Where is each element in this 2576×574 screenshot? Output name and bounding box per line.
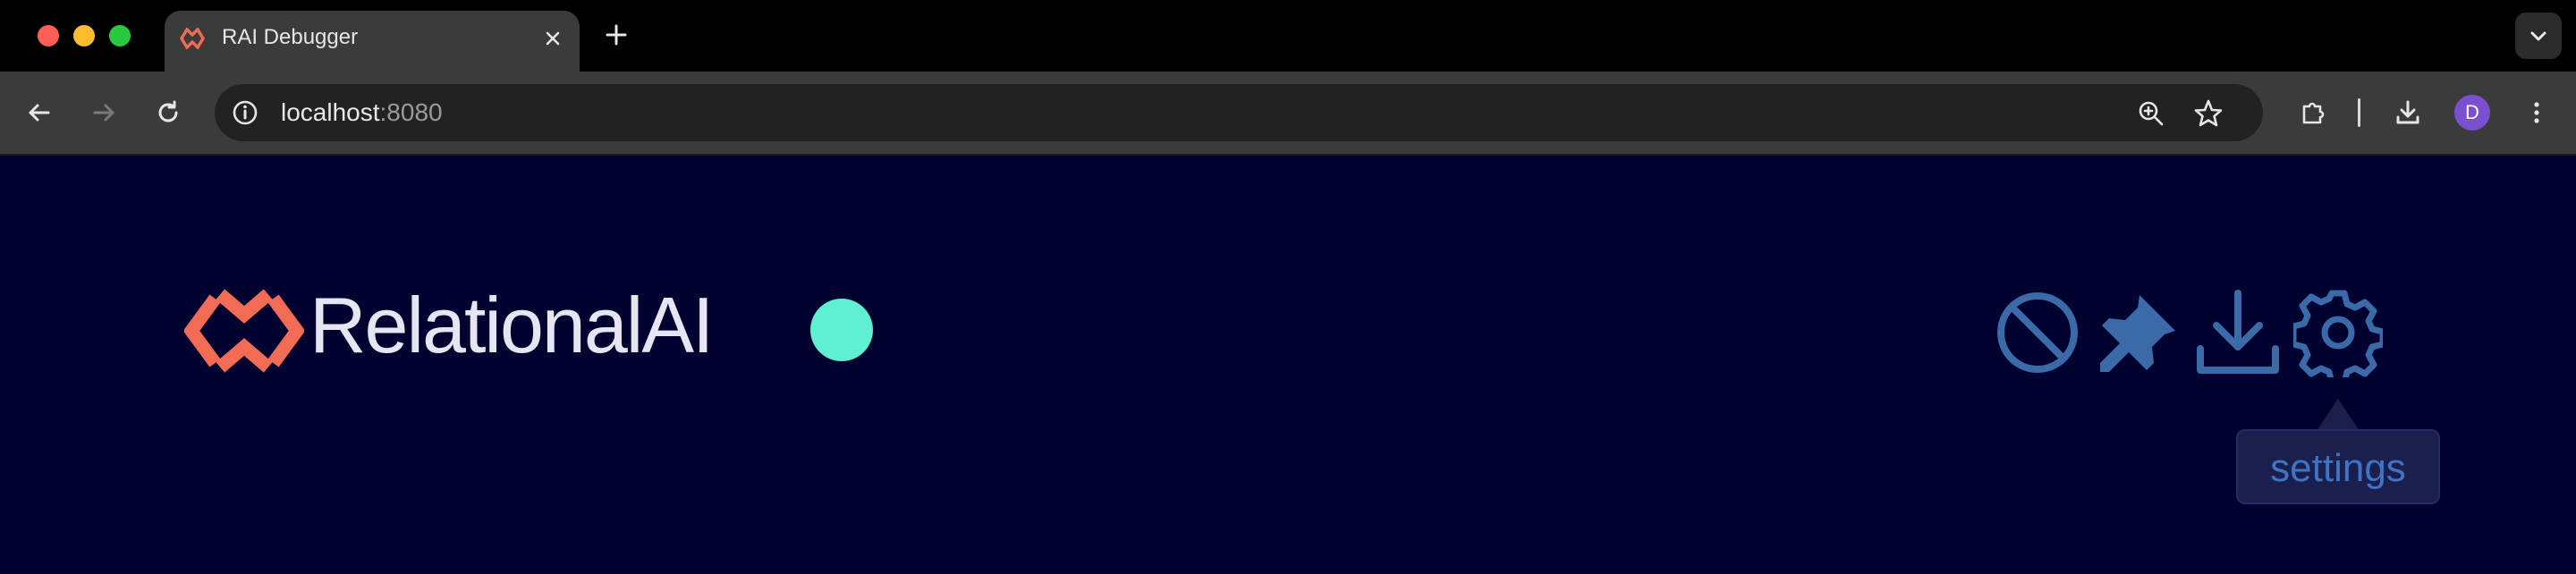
pin-button[interactable] <box>2093 288 2182 377</box>
bookmark-star-icon[interactable] <box>2191 97 2225 131</box>
minimize-window-button[interactable] <box>73 25 95 46</box>
settings-tooltip: settings <box>2236 429 2440 504</box>
arrow-right-icon <box>93 104 114 122</box>
profile-avatar[interactable]: D <box>2454 95 2490 131</box>
downloads-button[interactable] <box>2386 91 2429 134</box>
gear-icon <box>2293 290 2383 377</box>
brand-name: Relational <box>309 281 643 369</box>
back-button[interactable] <box>18 91 61 134</box>
browser-tab[interactable]: RAI Debugger <box>165 11 580 72</box>
browser-toolbar: localhost:8080 D <box>0 72 2576 156</box>
address-bar[interactable]: localhost:8080 <box>215 84 2263 141</box>
tab-title: RAI Debugger <box>222 25 359 49</box>
close-window-button[interactable] <box>38 25 59 46</box>
zoom-icon[interactable] <box>2134 97 2168 131</box>
arrow-left-icon <box>29 104 50 122</box>
tooltip-text: settings <box>2270 446 2406 490</box>
brand-suffix: AI <box>641 281 714 369</box>
plus-icon[interactable] <box>601 20 631 50</box>
download-icon <box>2197 290 2279 374</box>
pin-icon <box>2100 295 2175 372</box>
download-button[interactable] <box>2193 288 2283 377</box>
url-port: :8080 <box>379 98 443 126</box>
toolbar-divider <box>2358 98 2360 127</box>
tab-strip: RAI Debugger <box>0 0 2576 72</box>
chevron-down-icon <box>2530 31 2546 41</box>
download-icon <box>2396 100 2419 124</box>
more-vertical-icon <box>2534 102 2539 123</box>
site-info-icon[interactable] <box>227 95 263 131</box>
reload-button[interactable] <box>147 91 190 134</box>
browser-menu-button[interactable] <box>2515 91 2558 134</box>
block-icon <box>1997 292 2078 373</box>
app-page: RelationalAI settings <box>0 156 2576 574</box>
url-host: localhost <box>281 98 380 126</box>
tab-search-button[interactable] <box>2515 13 2562 59</box>
relationalai-logo-icon <box>180 27 205 50</box>
extensions-button[interactable] <box>2292 91 2334 134</box>
forward-button[interactable] <box>82 91 125 134</box>
reload-icon <box>158 100 178 122</box>
maximize-window-button[interactable] <box>109 25 131 46</box>
brand-wordmark: RelationalAI <box>309 281 715 370</box>
url-text[interactable]: localhost:8080 <box>281 98 443 127</box>
connection-status-indicator <box>810 299 873 361</box>
tooltip-arrow <box>2317 399 2360 431</box>
puzzle-icon <box>2302 102 2325 124</box>
close-tab-icon[interactable] <box>540 26 565 51</box>
clear-button[interactable] <box>1993 288 2082 377</box>
settings-button[interactable] <box>2293 288 2383 377</box>
relationalai-logo-icon <box>184 289 304 373</box>
